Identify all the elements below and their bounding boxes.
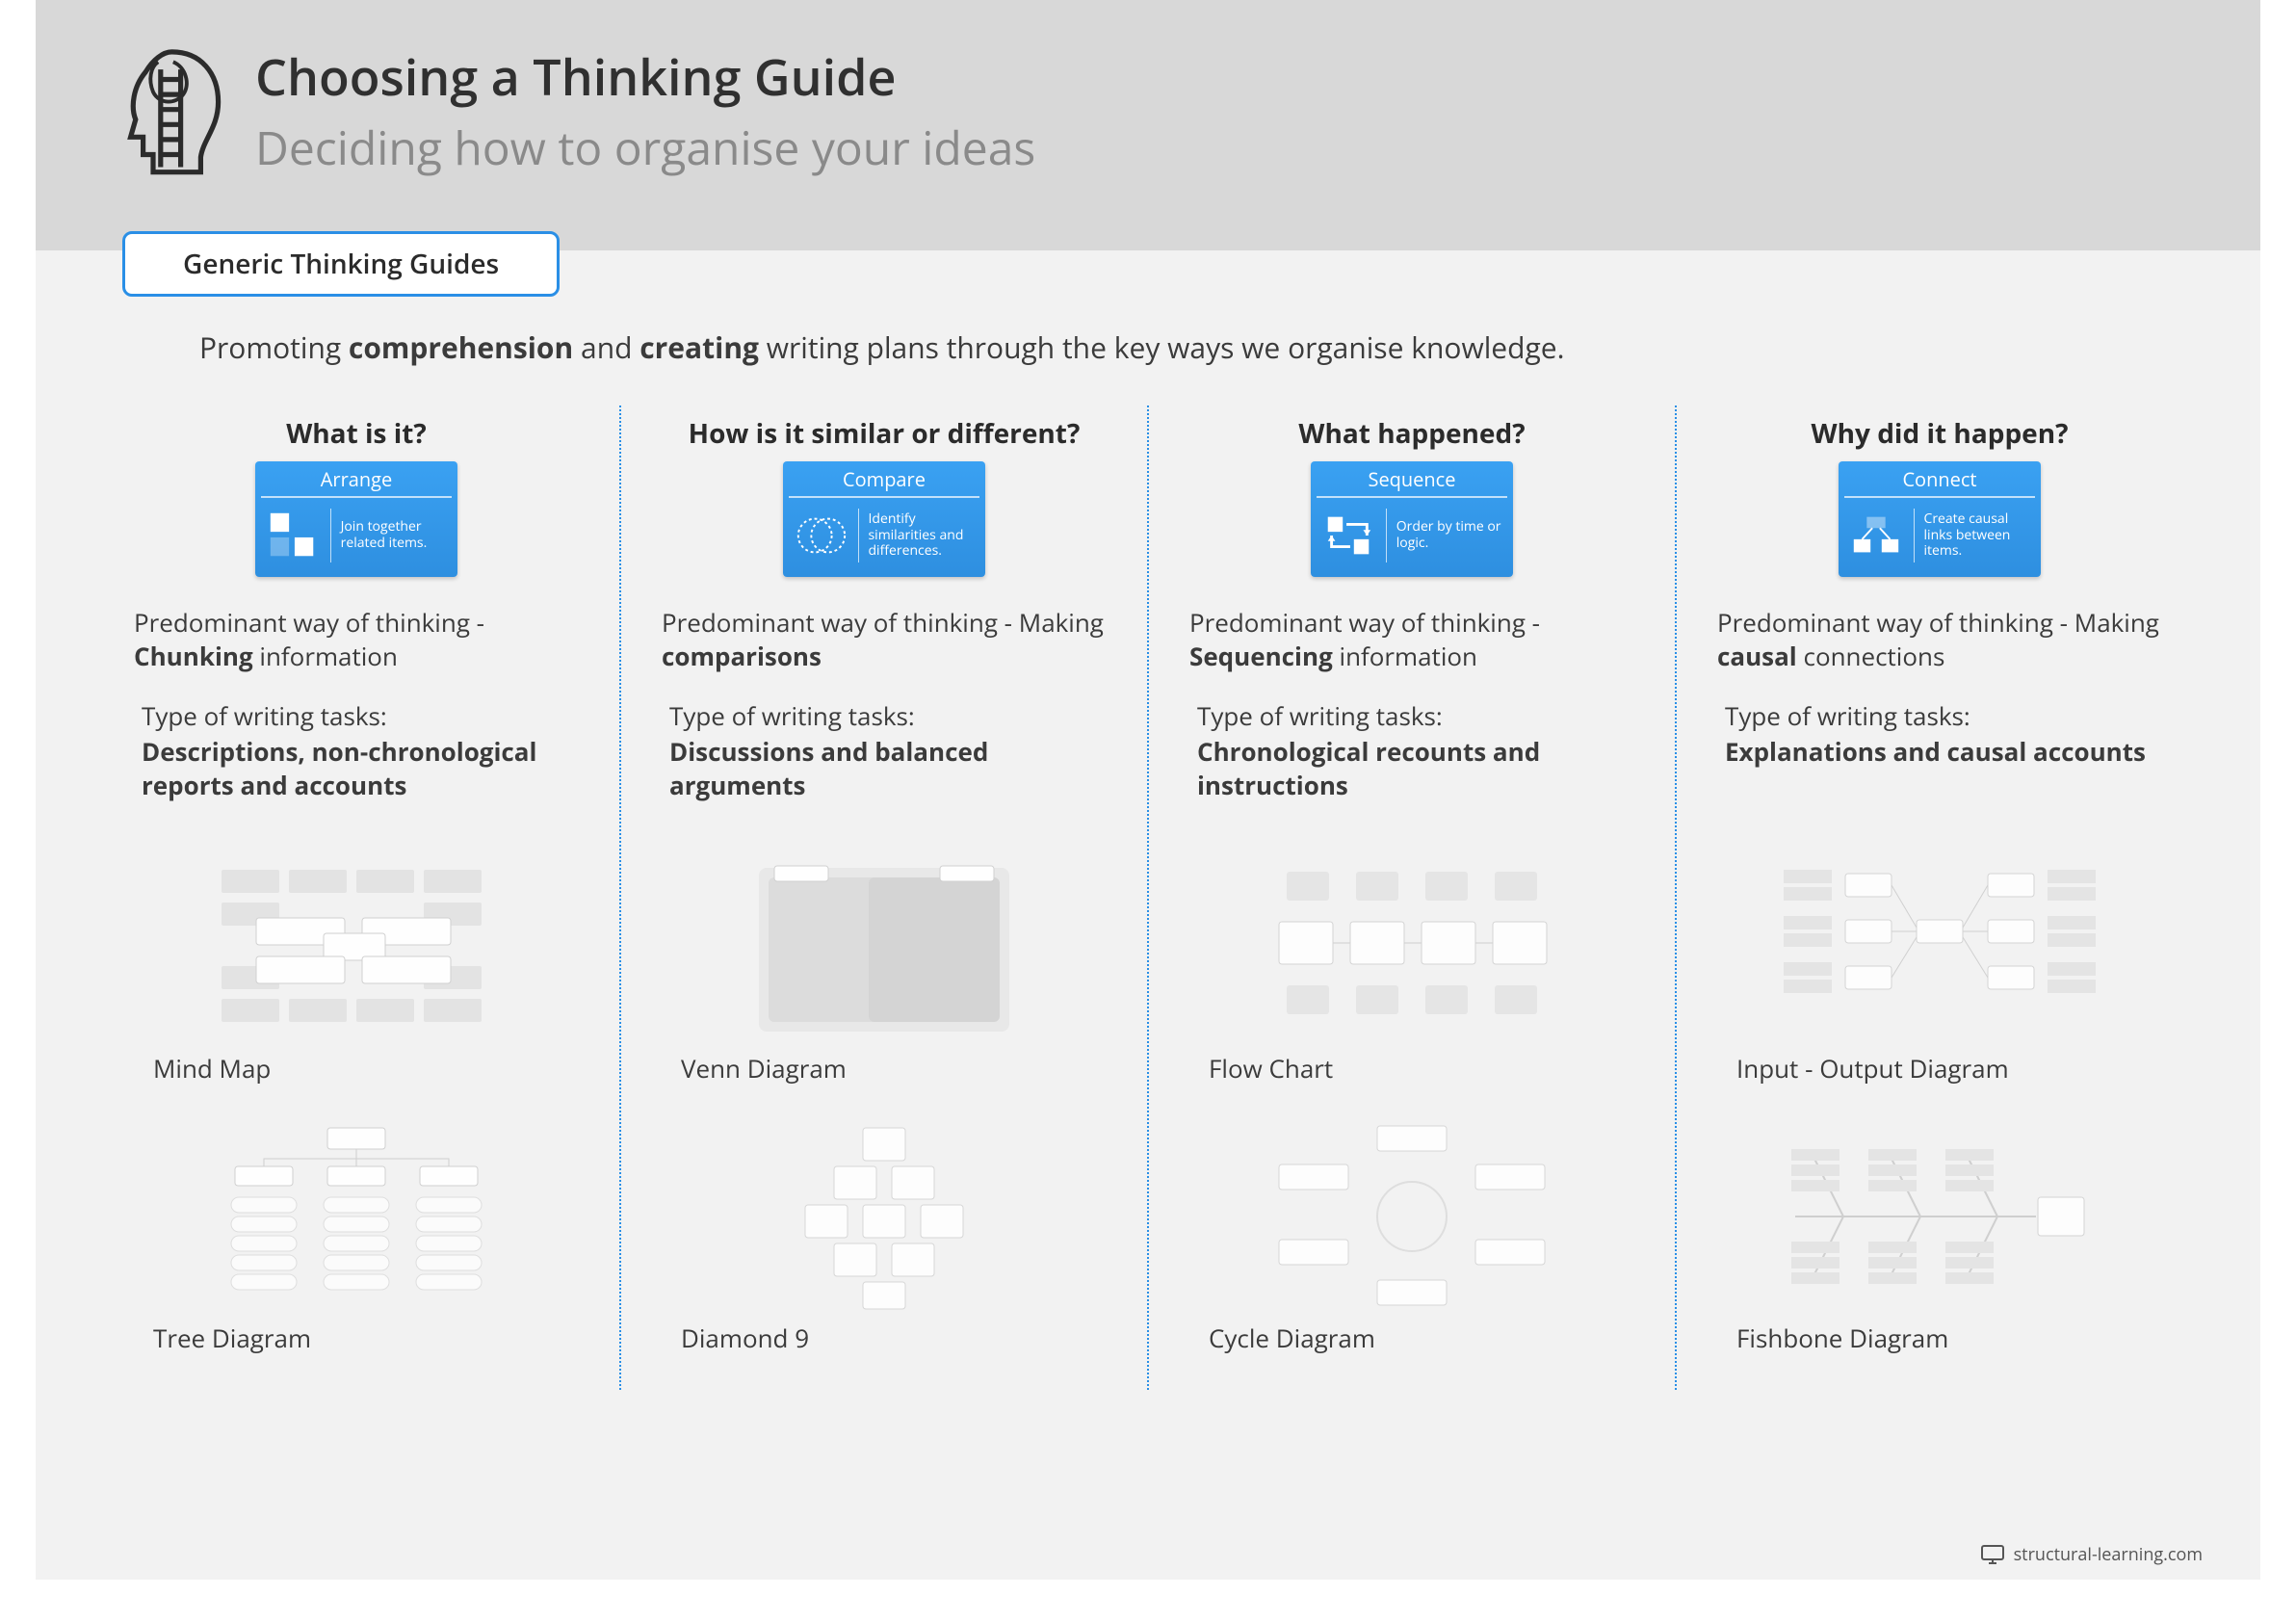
- think-pre: Predominant way of thinking -: [1189, 605, 1540, 640]
- thumb-diamond9: [720, 1120, 1048, 1313]
- intro-mid: and: [573, 327, 639, 367]
- think-bold: Sequencing: [1189, 639, 1333, 673]
- thinking-line: Predominant way of thinking - Sequencing…: [1189, 606, 1644, 673]
- think-bold: comparisons: [662, 639, 822, 673]
- verb-card-title: Connect: [1839, 461, 2041, 496]
- question-heading: What happened?: [1180, 415, 1644, 452]
- verb-card-arrange: Arrange Join together related items.: [255, 461, 457, 577]
- think-pre: Predominant way of thinking - Making: [1717, 605, 2159, 640]
- footer-site: structural-learning.com: [2014, 1543, 2203, 1566]
- intro-pre: Promoting: [199, 327, 349, 367]
- thumb-venn-diagram: [720, 850, 1048, 1043]
- card-body: Create causal links between items.: [1839, 498, 2041, 577]
- thumb-label-flow-chart: Flow Chart: [1209, 1051, 1644, 1086]
- thumb-label-cycle-diagram: Cycle Diagram: [1209, 1321, 1644, 1355]
- column-sequence: What happened? Sequence Order by time or…: [1147, 406, 1675, 1390]
- card-separator: [1914, 509, 1915, 562]
- verb-card-text: Identify similarities and differences.: [868, 511, 976, 560]
- think-post: information: [1333, 639, 1477, 673]
- column-arrange: What is it? Arrange Join together relate…: [93, 406, 619, 1390]
- verb-card-title: Compare: [783, 461, 985, 496]
- tasks-text: Explanations and causal accounts: [1725, 735, 2172, 812]
- thumb-flow-chart: [1248, 850, 1576, 1043]
- intro-post: writing plans through the key ways we or…: [759, 327, 1564, 367]
- page-title: Choosing a Thinking Guide: [255, 42, 1035, 111]
- footer: structural-learning.com: [1981, 1543, 2203, 1566]
- intro-sentence: Promoting comprehension and creating wri…: [199, 327, 2260, 367]
- verb-card-text: Order by time or logic.: [1396, 519, 1503, 552]
- thumb-fishbone: [1776, 1120, 2103, 1313]
- thumb-label-diamond9: Diamond 9: [681, 1321, 1116, 1355]
- thumb-label-io-diagram: Input - Output Diagram: [1736, 1051, 2172, 1086]
- connect-icon: [1848, 508, 1904, 563]
- thumb-label-tree-diagram: Tree Diagram: [153, 1321, 588, 1355]
- verb-card-text: Create causal links between items.: [1924, 511, 2032, 560]
- column-connect: Why did it happen? Connect Create causal…: [1675, 406, 2203, 1390]
- column-compare: How is it similar or different? Compare …: [619, 406, 1147, 1390]
- thumb-mind-map: [193, 850, 520, 1043]
- page-subtitle: Deciding how to organise your ideas: [255, 117, 1035, 179]
- compare-icon: [793, 508, 848, 563]
- tasks-label: Type of writing tasks:: [1725, 698, 2172, 733]
- columns-row: What is it? Arrange Join together relate…: [36, 406, 2260, 1390]
- sequence-icon: [1320, 508, 1376, 563]
- head-ladder-logo-icon: [103, 39, 228, 183]
- verb-card-title: Sequence: [1311, 461, 1513, 496]
- tasks-text: Descriptions, non-chronological reports …: [142, 735, 588, 812]
- thumb-tree-diagram: [193, 1120, 520, 1313]
- header-band: Choosing a Thinking Guide Deciding how t…: [36, 0, 2260, 250]
- thumb-label-fishbone: Fishbone Diagram: [1736, 1321, 2172, 1355]
- think-post: connections: [1797, 639, 1945, 673]
- intro-b1: comprehension: [349, 327, 573, 367]
- section-tab: Generic Thinking Guides: [122, 231, 560, 297]
- tasks-label: Type of writing tasks:: [669, 698, 1116, 733]
- thumb-label-venn: Venn Diagram: [681, 1051, 1116, 1086]
- verb-card-compare: Compare Identify similarities and differ…: [783, 461, 985, 577]
- card-separator: [1386, 509, 1387, 562]
- tasks-label: Type of writing tasks:: [1197, 698, 1644, 733]
- think-pre: Predominant way of thinking - Making: [662, 605, 1104, 640]
- tasks-text: Chronological recounts and instructions: [1197, 735, 1644, 812]
- page-container: Choosing a Thinking Guide Deciding how t…: [36, 0, 2260, 1580]
- thumb-input-output: [1776, 850, 2103, 1043]
- think-pre: Predominant way of thinking -: [134, 605, 484, 640]
- thinking-line: Predominant way of thinking - Making cau…: [1717, 606, 2172, 673]
- question-heading: What is it?: [124, 415, 588, 452]
- thinking-line: Predominant way of thinking - Chunking i…: [134, 606, 588, 673]
- intro-b2: creating: [639, 327, 759, 367]
- card-separator: [330, 509, 331, 562]
- verb-card-sequence: Sequence Order by time or logic.: [1311, 461, 1513, 577]
- title-block: Choosing a Thinking Guide Deciding how t…: [255, 42, 1035, 179]
- tasks-text: Discussions and balanced arguments: [669, 735, 1116, 812]
- monitor-icon: [1981, 1545, 2004, 1564]
- think-post: information: [253, 639, 398, 673]
- arrange-icon: [265, 508, 321, 563]
- verb-card-connect: Connect Create causal links between item…: [1839, 461, 2041, 577]
- thumb-label-mind-map: Mind Map: [153, 1051, 588, 1086]
- think-bold: causal: [1717, 639, 1797, 673]
- thumb-cycle-diagram: [1248, 1120, 1576, 1313]
- question-heading: Why did it happen?: [1708, 415, 2172, 452]
- card-body: Join together related items.: [255, 498, 457, 577]
- thinking-line: Predominant way of thinking - Making com…: [662, 606, 1116, 673]
- logo-title-row: Choosing a Thinking Guide Deciding how t…: [103, 39, 2193, 183]
- think-bold: Chunking: [134, 639, 253, 673]
- question-heading: How is it similar or different?: [652, 415, 1116, 452]
- verb-card-title: Arrange: [255, 461, 457, 496]
- tasks-label: Type of writing tasks:: [142, 698, 588, 733]
- card-body: Identify similarities and differences.: [783, 498, 985, 577]
- verb-card-text: Join together related items.: [341, 519, 448, 552]
- card-body: Order by time or logic.: [1311, 498, 1513, 577]
